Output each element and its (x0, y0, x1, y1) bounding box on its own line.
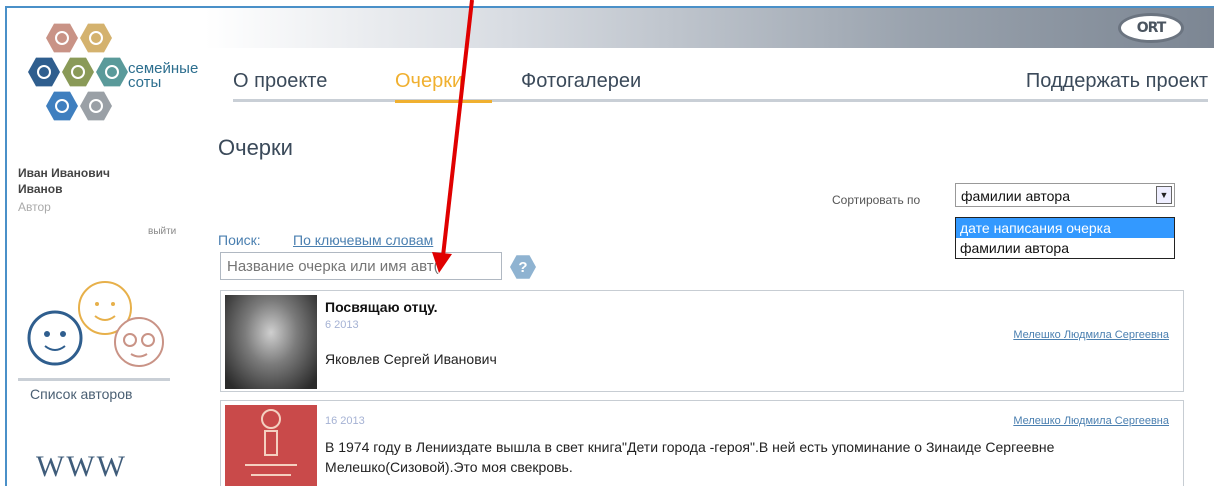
user-role: Автор (18, 200, 51, 214)
logo-hex-face-3 (28, 57, 60, 87)
essay-card[interactable]: 16 2013 Мелешко Людмила Сергеевна В 1974… (220, 400, 1184, 486)
essay-card[interactable]: Посвящаю отцу. 6 2013 Мелешко Людмила Се… (220, 290, 1184, 392)
authors-divider (18, 378, 170, 381)
logo-hex-face-1 (46, 23, 78, 53)
authors-illustration-icon[interactable] (15, 270, 175, 375)
essay-author-link[interactable]: Мелешко Людмила Сергеевна (1013, 329, 1169, 341)
nav-essays[interactable]: Очерки (395, 70, 463, 93)
logo-hex-face-7 (80, 91, 112, 121)
logout-link[interactable]: выйти (148, 226, 176, 237)
user-name-last: Иванов (18, 182, 63, 196)
user-name: Иван Иванович Иванов (18, 165, 110, 197)
main-nav: О проекте Очерки Фотогалереи Поддержать … (233, 70, 1208, 102)
essay-thumbnail[interactable] (225, 405, 317, 486)
sort-label: Сортировать по (832, 193, 921, 207)
nav-about[interactable]: О проекте (233, 70, 327, 93)
chevron-down-icon[interactable]: ▼ (1156, 186, 1172, 204)
authors-list-link[interactable]: Список авторов (30, 386, 132, 402)
essay-date: 16 2013 (325, 415, 365, 427)
nav-support-project[interactable]: Поддержать проект (1026, 70, 1208, 93)
sort-option-author[interactable]: фамилии автора (956, 238, 1174, 258)
logo-hex-face-4 (62, 57, 94, 87)
sort-option-date[interactable]: дате написания очерка (956, 218, 1174, 238)
help-icon-glyph: ? (518, 258, 528, 276)
essay-date: 6 2013 (325, 319, 359, 331)
search-keywords-link[interactable]: По ключевым словам (293, 232, 433, 248)
essay-summary: Яковлев Сергей Иванович (325, 351, 497, 367)
search-label: Поиск: (218, 232, 261, 248)
ort-logo-text: ORT (1136, 20, 1167, 36)
nav-active-indicator (395, 100, 492, 103)
logo-hex-face-2 (80, 23, 112, 53)
essay-summary: В 1974 году в Ленииздате вышла в свет кн… (325, 439, 1055, 475)
logo-text-line-2: соты (128, 74, 162, 91)
nav-photo-galleries[interactable]: Фотогалереи (521, 70, 641, 93)
sort-dropdown-list: дате написания очерка фамилии автора (955, 217, 1175, 259)
header-bar (205, 8, 1214, 48)
logo-hex-face-6 (46, 91, 78, 121)
logo-text: семейные соты (128, 61, 198, 91)
ort-logo[interactable]: ORT (1118, 13, 1184, 43)
search-input[interactable] (220, 252, 502, 280)
site-logo[interactable]: семейные соты (18, 22, 208, 142)
user-name-first: Иван Иванович (18, 166, 110, 180)
logo-hex-face-5 (96, 57, 128, 87)
sort-selected-value: фамилии автора (961, 188, 1070, 204)
essay-author-link[interactable]: Мелешко Людмила Сергеевна (1013, 415, 1169, 427)
page-title: Очерки (218, 135, 293, 160)
sort-select[interactable]: фамилии автора ▼ (955, 183, 1175, 207)
essay-title[interactable]: Посвящаю отцу. (325, 299, 438, 315)
www-link[interactable]: WWW (36, 450, 127, 484)
essay-thumbnail[interactable] (225, 295, 317, 389)
book-cover-icon (245, 409, 297, 476)
